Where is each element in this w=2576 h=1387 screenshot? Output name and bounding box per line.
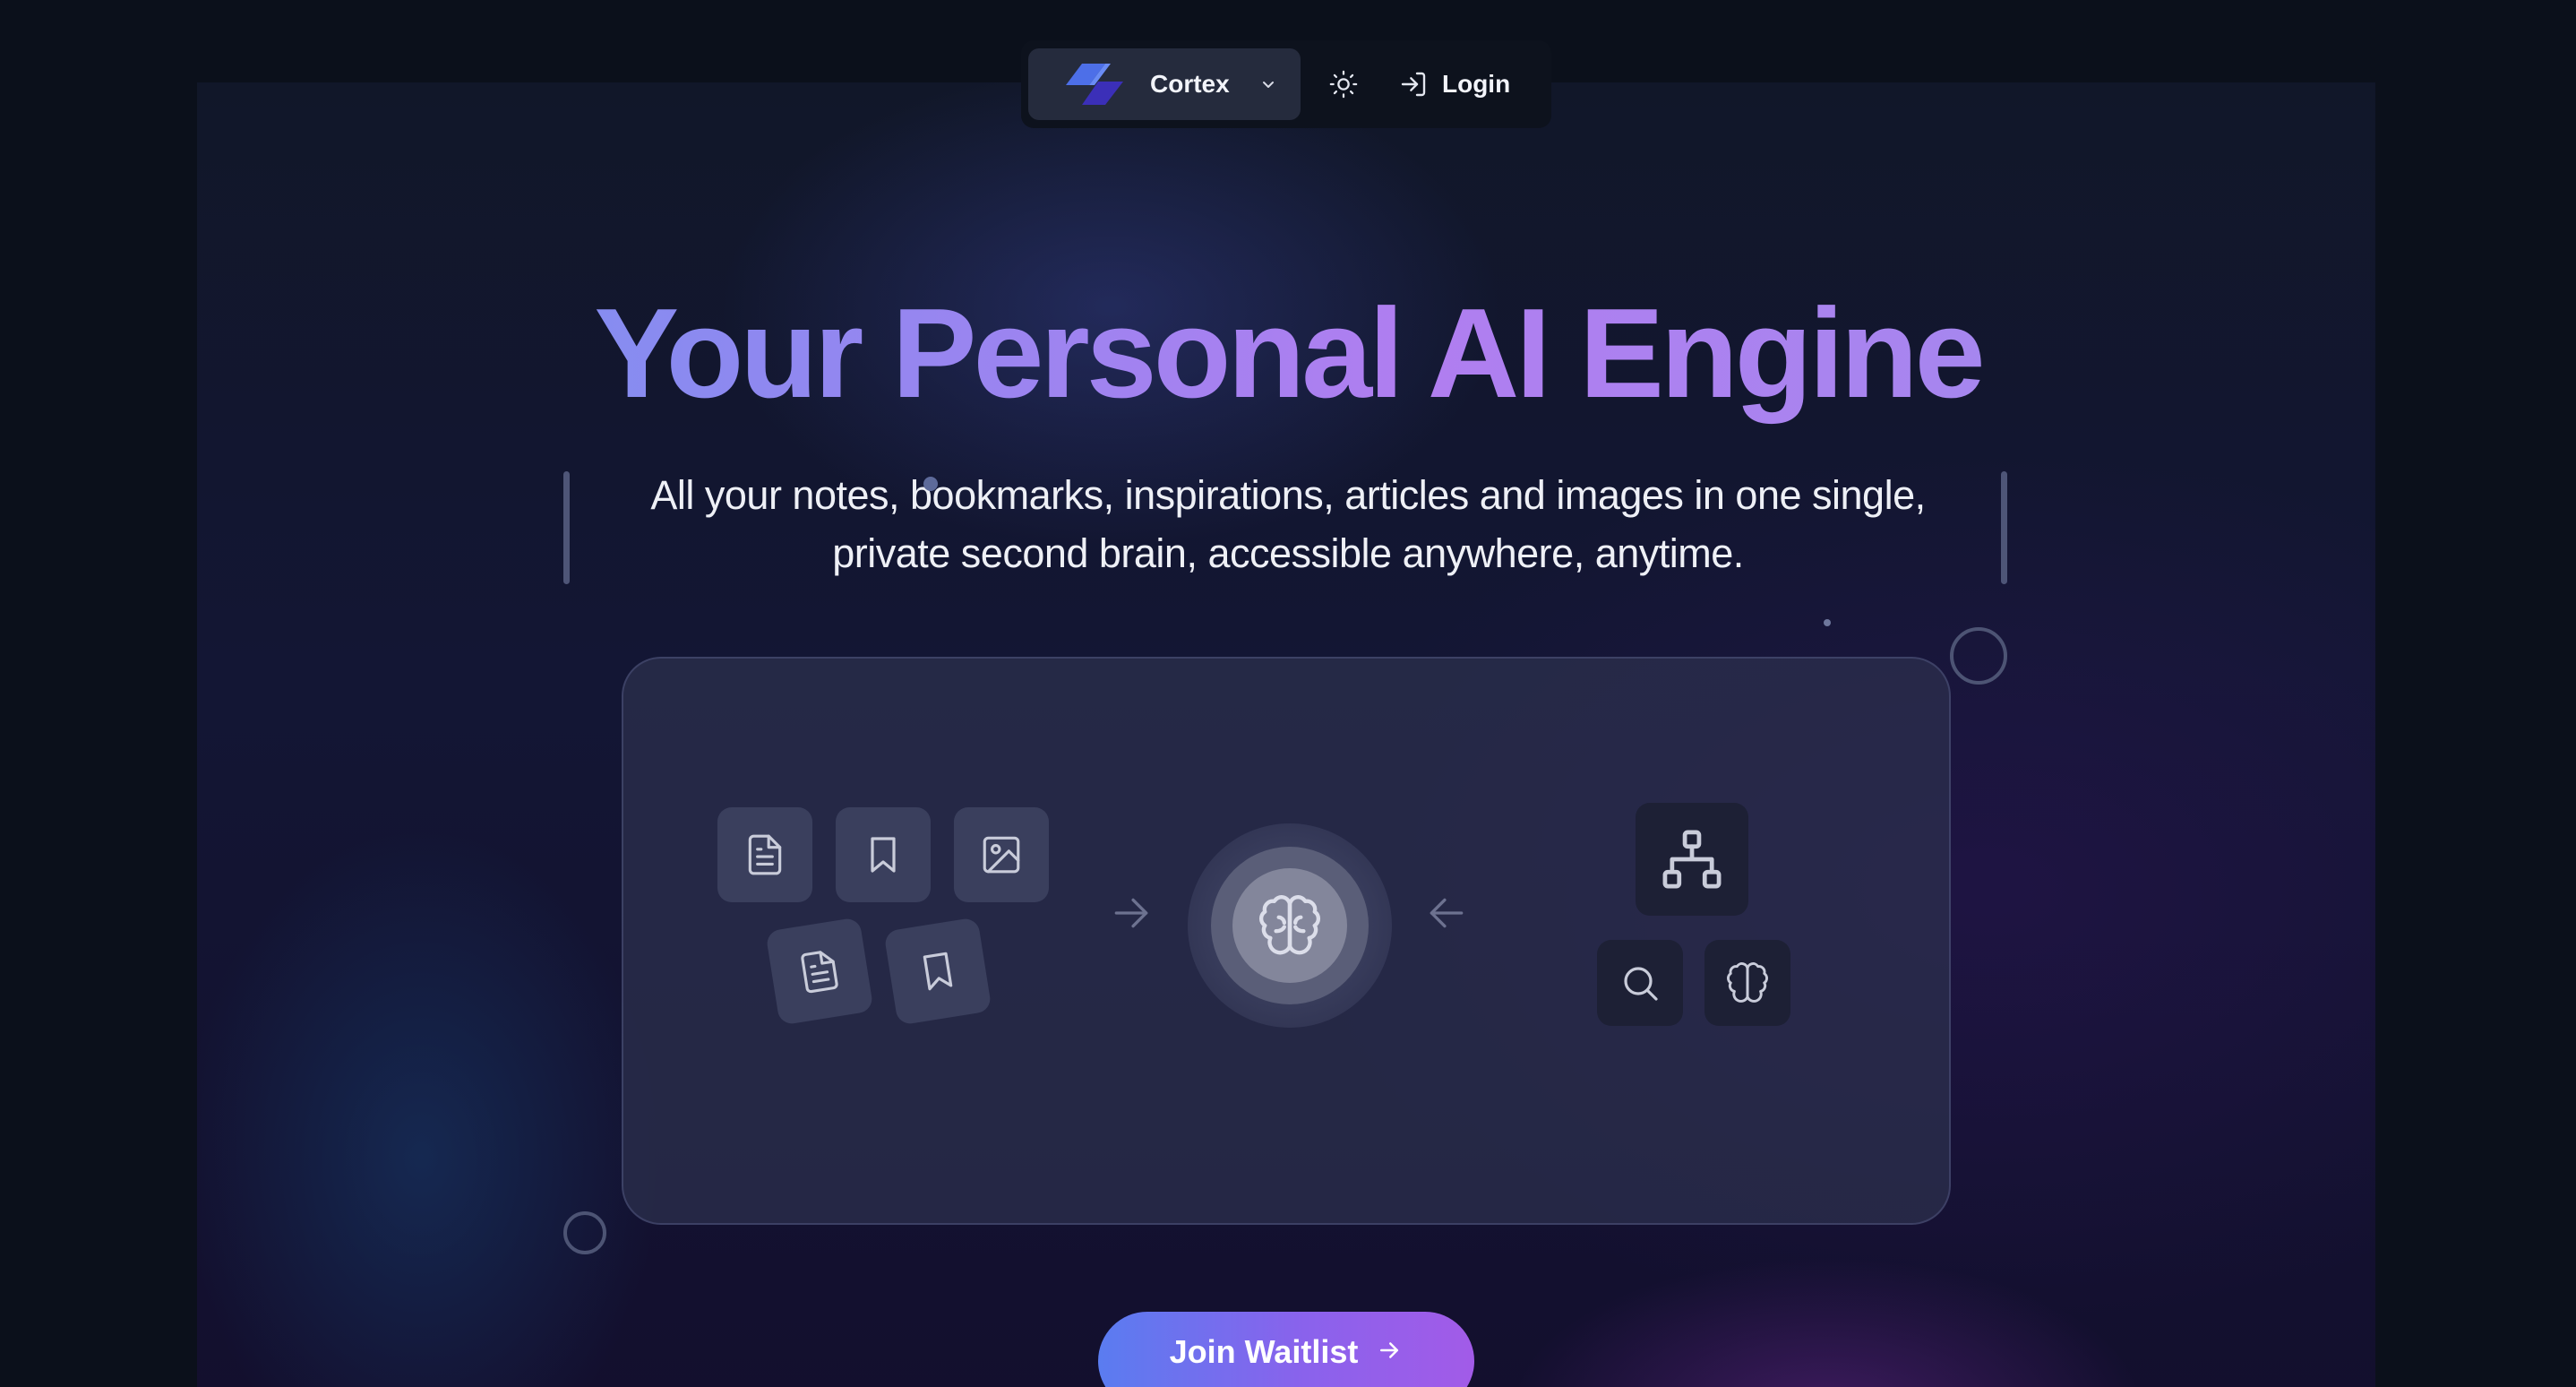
output-tile-search (1597, 940, 1683, 1026)
login-icon (1401, 72, 1426, 97)
join-waitlist-button[interactable]: Join Waitlist (1098, 1312, 1474, 1387)
document-icon (801, 951, 838, 994)
input-tile-document-tilted (765, 917, 874, 1026)
brain-icon (1258, 895, 1321, 955)
join-waitlist-label: Join Waitlist (1169, 1333, 1359, 1370)
arrow-right-icon (1114, 898, 1148, 928)
subtitle-left-bar (563, 471, 570, 584)
subtitle-line-2: private second brain, accessible anywher… (832, 530, 1744, 576)
decorative-dot (923, 477, 938, 491)
page-title: Your Personal AI Engine (0, 278, 2576, 430)
input-tile-bookmark-tilted (883, 917, 992, 1026)
document-icon (748, 834, 782, 875)
bookmark-icon (871, 837, 896, 873)
output-tile-network (1636, 803, 1748, 916)
output-tile-brain (1704, 940, 1790, 1026)
theme-toggle-button[interactable] (1301, 48, 1387, 120)
login-button[interactable]: Login (1387, 48, 1523, 120)
top-navbar: Cortex Login (1021, 40, 1551, 128)
network-icon (1662, 830, 1722, 889)
login-label: Login (1442, 70, 1511, 98)
sun-icon (1329, 70, 1358, 99)
bookmark-icon (923, 952, 953, 991)
brand-name: Cortex (1150, 70, 1230, 98)
hero-subtitle: All your notes, bookmarks, inspirations,… (573, 466, 2003, 582)
arrow-left-icon (1430, 898, 1464, 928)
workspace-switcher[interactable]: Cortex (1028, 48, 1301, 120)
search-icon (1624, 967, 1658, 1001)
flow-illustration-card (622, 657, 1951, 1225)
brain-hub-core (1232, 868, 1347, 983)
cortex-logo-icon (1066, 64, 1123, 105)
decorative-circle (563, 1211, 606, 1254)
brain-hub (1188, 823, 1392, 1028)
input-tile-document (717, 807, 812, 902)
chevron-down-icon (1263, 82, 1274, 88)
subtitle-line-1: All your notes, bookmarks, inspirations,… (650, 472, 1926, 518)
image-icon (983, 836, 1020, 874)
brain-icon (1727, 962, 1768, 1003)
brain-hub-ring (1211, 847, 1369, 1004)
arrow-right-icon (1380, 1342, 1399, 1358)
page: Cortex Login Your Personal AI Engine All… (0, 0, 2576, 1387)
decorative-dot (1824, 619, 1831, 626)
input-tile-bookmark (836, 807, 931, 902)
input-tile-image (954, 807, 1049, 902)
decorative-circle (1950, 627, 2007, 685)
